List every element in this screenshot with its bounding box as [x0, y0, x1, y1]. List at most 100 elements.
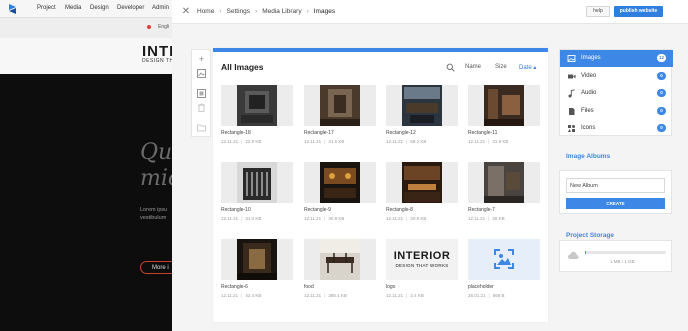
album-name-input[interactable]: New Album: [566, 178, 665, 193]
media-item-date: 12.11.21: [304, 139, 322, 144]
sidebar-item-video[interactable]: Video 0: [560, 68, 673, 85]
thumbnail[interactable]: [468, 85, 540, 126]
folder-icon[interactable]: [196, 122, 207, 133]
media-item-size: 2.4 KB: [410, 293, 424, 298]
media-item-date: 12.11.21: [304, 216, 322, 221]
media-item-size: 22.9 KB: [245, 139, 262, 144]
cloud-icon: [567, 251, 579, 259]
select-all-icon[interactable]: [196, 88, 207, 99]
sidebar-item-label: Video: [581, 72, 597, 79]
sidebar-item-images[interactable]: Images 12: [560, 50, 673, 67]
image-icon: [567, 55, 576, 62]
media-item-meta: 12.11.21 | 2.4 KB: [386, 293, 458, 298]
meta-separator: |: [488, 139, 490, 144]
nav-design[interactable]: Design: [90, 5, 109, 11]
breadcrumb-images: Images: [313, 8, 336, 15]
storage-progress-bar: [585, 251, 666, 254]
meta-separator: |: [324, 293, 326, 298]
image-preview: [237, 162, 277, 203]
media-item-meta: 12.11.21 | 30.8 KB: [304, 216, 376, 221]
nav-developer[interactable]: Developer: [117, 5, 144, 11]
meta-separator: |: [324, 139, 326, 144]
audio-icon: [568, 89, 575, 98]
publish-website-button[interactable]: publish website: [614, 6, 663, 17]
media-item[interactable]: Rectangle-17 12.11.21 | 41.5 KB: [304, 85, 376, 144]
thumbnail[interactable]: [468, 239, 540, 280]
media-item[interactable]: Rectangle-9 12.11.21 | 30.8 KB: [304, 162, 376, 221]
media-item[interactable]: Rectangle-18 12.11.21 | 22.9 KB: [221, 85, 293, 144]
media-item-name: Rectangle-18: [221, 130, 251, 136]
delete-icon[interactable]: [196, 102, 207, 113]
media-item-date: 12.11.21: [386, 216, 404, 221]
app-logo-icon: [9, 4, 16, 14]
media-item-name: placeholder: [468, 284, 494, 290]
upload-image-icon[interactable]: [196, 68, 207, 79]
video-icon: [568, 74, 576, 78]
media-item-name: Rectangle-8: [386, 207, 413, 213]
sidebar-item-audio[interactable]: Audio 0: [560, 85, 673, 102]
media-item[interactable]: food 12.11.21 | 385.1 KB: [304, 239, 376, 298]
hero-lorem-text: Lorem ipsu vestibulum: [140, 207, 168, 221]
media-item[interactable]: Rectangle-12 12.11.21 | 58.2 KB: [386, 85, 458, 144]
media-item[interactable]: Rectangle-8 12.11.21 | 20.8 KB: [386, 162, 458, 221]
media-item-size: 42.4 KB: [245, 293, 262, 298]
sidebar-item-icons[interactable]: Icons 0: [560, 120, 673, 137]
media-item-meta: 12.11.21 | 58.2 KB: [386, 139, 458, 144]
media-item-date: 12.11.21: [221, 216, 239, 221]
help-button[interactable]: help: [586, 6, 610, 17]
storage-title: Project Storage: [566, 232, 615, 239]
nav-project[interactable]: Project: [37, 5, 56, 11]
sort-size-button[interactable]: Size: [495, 64, 507, 70]
media-item-meta: 12.11.21 | 31.9 KB: [468, 139, 540, 144]
meta-separator: |: [241, 293, 243, 298]
thumbnail[interactable]: [386, 162, 458, 203]
breadcrumb-media-library[interactable]: Media Library: [262, 8, 301, 15]
thumbnail[interactable]: [221, 162, 293, 203]
sidebar-item-count: 12: [657, 54, 666, 62]
breadcrumb-settings[interactable]: Settings: [227, 8, 251, 15]
thumbnail[interactable]: [304, 85, 376, 126]
thumbnail[interactable]: [221, 85, 293, 126]
media-item[interactable]: placeholder 26.01.21 | 668 B: [468, 239, 540, 298]
media-library-overlay: ✕ Home › Settings › Media Library › Images hel…: [172, 0, 688, 331]
nav-admin[interactable]: Admin: [152, 5, 169, 11]
media-item-size: 26 KB: [492, 216, 505, 221]
thumbnail[interactable]: [221, 239, 293, 280]
meta-separator: |: [241, 216, 243, 221]
tool-column: +: [191, 49, 211, 137]
image-preview: [237, 239, 277, 280]
thumbnail[interactable]: [468, 162, 540, 203]
media-item-name: Rectangle-10: [221, 207, 251, 213]
sidebar-item-files[interactable]: Files 0: [560, 103, 673, 120]
add-icon[interactable]: +: [196, 54, 207, 65]
create-album-button[interactable]: CREATE: [566, 198, 665, 209]
sort-date-button[interactable]: Date ▴: [519, 64, 536, 71]
close-icon[interactable]: ✕: [180, 6, 192, 18]
thumbnail[interactable]: INTERIOR DESIGN THAT WORKS: [386, 239, 458, 280]
sort-name-button[interactable]: Name: [465, 64, 481, 70]
thumbnail[interactable]: [304, 162, 376, 203]
media-item-date: 12.11.21: [304, 293, 322, 298]
sidebar-item-label: Icons: [581, 125, 596, 131]
nav-media[interactable]: Media: [65, 5, 81, 11]
media-item-meta: 12.11.21 | 31.0 KB: [221, 216, 293, 221]
media-item-meta: 12.11.21 | 26 KB: [468, 216, 540, 221]
media-item-meta: 12.11.21 | 20.8 KB: [386, 216, 458, 221]
thumbnail[interactable]: [386, 85, 458, 126]
media-item[interactable]: Rectangle-10 12.11.21 | 31.0 KB: [221, 162, 293, 221]
search-icon[interactable]: [446, 63, 455, 72]
media-item[interactable]: Rectangle-7 12.11.21 | 26 KB: [468, 162, 540, 221]
media-item[interactable]: Rectangle-6 12.11.21 | 42.4 KB: [221, 239, 293, 298]
media-item-meta: 12.11.21 | 22.9 KB: [221, 139, 293, 144]
media-item[interactable]: INTERIOR DESIGN THAT WORKS logo 12.11.21 | 2.…: [386, 239, 458, 298]
media-item-date: 12.11.21: [468, 139, 486, 144]
albums-title: Image Albums: [566, 153, 611, 160]
language-label[interactable]: Engli: [158, 24, 169, 30]
breadcrumb-home[interactable]: Home: [197, 8, 214, 15]
thumbnail[interactable]: [304, 239, 376, 280]
media-item-size: 41.5 KB: [328, 139, 345, 144]
breadcrumb: Home › Settings › Media Library › Images: [197, 8, 335, 15]
media-item-meta: 12.11.21 | 385.1 KB: [304, 293, 376, 298]
media-item-name: Rectangle-11: [468, 130, 498, 136]
media-item[interactable]: Rectangle-11 12.11.21 | 31.9 KB: [468, 85, 540, 144]
